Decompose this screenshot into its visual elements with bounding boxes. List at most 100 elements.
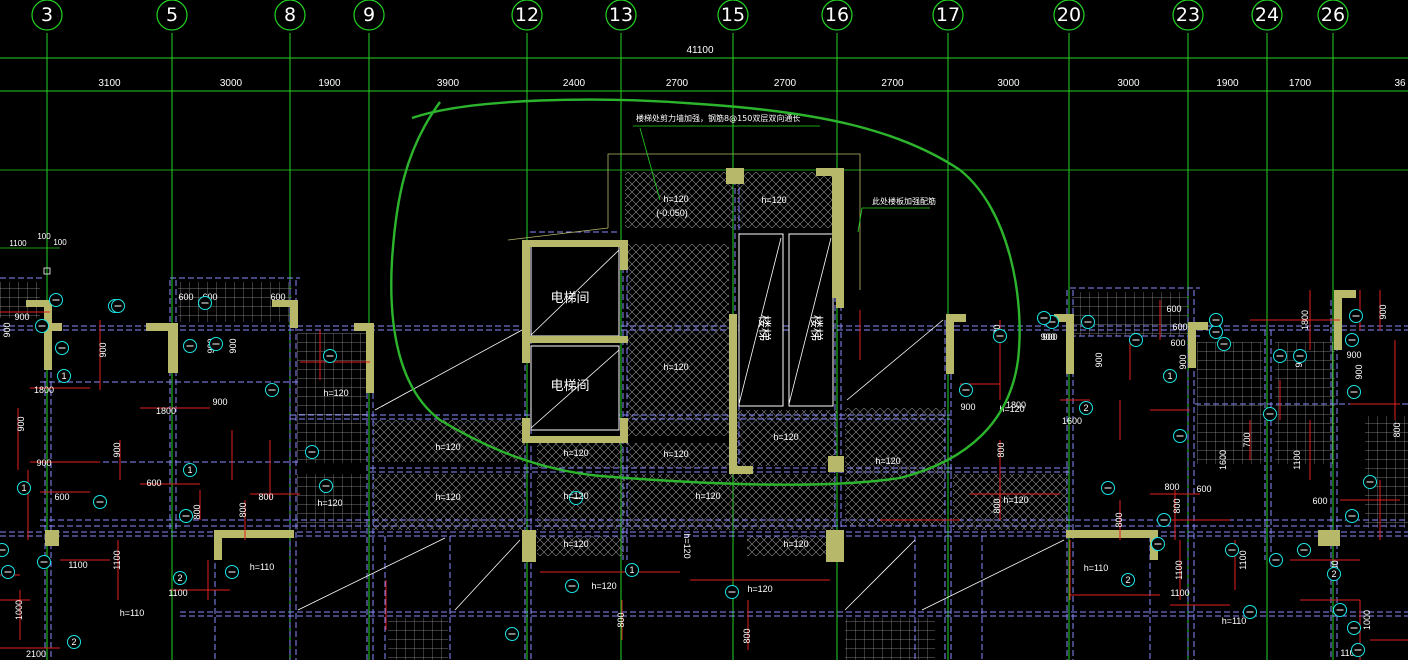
rebar-value: 900 bbox=[960, 402, 975, 412]
axis-label: 8 bbox=[284, 4, 296, 26]
slab-label: h=110 bbox=[250, 562, 275, 572]
rebar-value: 2100 bbox=[26, 649, 46, 659]
wall-segment bbox=[522, 530, 536, 562]
dimension-lines: 41100 3100 3000 1900 3900 2400 2700 2700 2700 30… bbox=[0, 45, 1408, 275]
axis-bubble-3[interactable]: 3 bbox=[31, 0, 63, 31]
rebar-marker bbox=[179, 509, 193, 523]
slab-label: h=110 bbox=[1222, 616, 1247, 626]
rebar-value: 1100 bbox=[1170, 588, 1189, 598]
rebar-marker bbox=[1345, 333, 1359, 347]
axis-bubble-24[interactable]: 24 bbox=[1251, 0, 1283, 31]
rebar-value: 900 bbox=[1178, 354, 1188, 369]
rebar-value: 800 bbox=[1392, 422, 1402, 437]
rebar-marker bbox=[265, 383, 279, 397]
axis-bubble-20[interactable]: 20 bbox=[1053, 0, 1085, 31]
wall-segment bbox=[522, 240, 628, 247]
rebar-value: 800 bbox=[996, 442, 1006, 457]
rebar-value: 1600 bbox=[1218, 450, 1228, 470]
wall-segment bbox=[522, 436, 628, 443]
marker-number: 2 bbox=[1125, 575, 1130, 585]
slab-label: h=120 bbox=[317, 498, 342, 508]
rebar-marker bbox=[1347, 621, 1361, 635]
rebar-value: 600 bbox=[1312, 496, 1327, 506]
rebar-value: 900 bbox=[1040, 332, 1055, 342]
rebar-value: 600 bbox=[1170, 338, 1185, 348]
slab-label: h=120 bbox=[682, 533, 692, 558]
rebar-value: 900 bbox=[98, 342, 108, 357]
span-dimension: 3000 bbox=[997, 78, 1020, 89]
slab-label: h=120 bbox=[563, 448, 588, 458]
axis-bubble-23[interactable]: 23 bbox=[1172, 0, 1204, 31]
rebar-marker bbox=[993, 329, 1007, 343]
rebar-marker bbox=[1351, 643, 1365, 657]
overall-dimension: 41100 bbox=[686, 45, 714, 56]
wall-segment bbox=[52, 323, 62, 331]
rebar-marker bbox=[505, 627, 519, 641]
axis-label: 3 bbox=[41, 4, 53, 26]
rebar-marker: 1 bbox=[625, 563, 639, 577]
rebar-value: 900 bbox=[212, 397, 227, 407]
structural-drawing-canvas[interactable]: 3 5 8 9 12 13 15 16 17 20 23 24 26 41100 3100 3000 190… bbox=[0, 0, 1408, 660]
rebar-value: 900 bbox=[36, 458, 51, 468]
rebar-marker bbox=[305, 445, 319, 459]
slab-label: h=120 bbox=[1003, 495, 1028, 505]
rebar-marker bbox=[209, 337, 223, 351]
rebar-marker: 1 bbox=[1163, 369, 1177, 383]
rebar-value: 700 bbox=[1242, 432, 1252, 447]
rebar-value: 600 bbox=[178, 292, 193, 302]
beam-lines bbox=[0, 170, 1408, 660]
rebar-marker bbox=[1157, 513, 1171, 527]
wall-segment bbox=[214, 530, 222, 560]
wall-segment bbox=[828, 456, 844, 472]
axis-label: 13 bbox=[609, 4, 633, 26]
axis-bubble-16[interactable]: 16 bbox=[821, 0, 853, 31]
axis-bubble-12[interactable]: 12 bbox=[511, 0, 543, 31]
axis-bubble-26[interactable]: 26 bbox=[1317, 0, 1349, 31]
small-dim-1100: 1100 bbox=[9, 239, 27, 248]
wall-segment bbox=[620, 240, 628, 270]
rebar-marker bbox=[1217, 337, 1231, 351]
rebar-value: 1100 bbox=[168, 588, 187, 598]
rebar-marker bbox=[49, 293, 63, 307]
rebar-value: 900 bbox=[228, 338, 238, 353]
hatched-slabs bbox=[0, 172, 1408, 660]
rebar-marker bbox=[1101, 481, 1115, 495]
rebar-marker: 1 bbox=[183, 463, 197, 477]
rebar-value: 1100 bbox=[68, 560, 87, 570]
axis-bubble-13[interactable]: 13 bbox=[605, 0, 637, 31]
rebar-value: 1800 bbox=[34, 385, 54, 395]
wall-segment bbox=[168, 323, 178, 373]
elevation-label: (-0.050) bbox=[656, 208, 688, 218]
rebar-value: 600 bbox=[1166, 304, 1181, 314]
axis-bubble-9[interactable]: 9 bbox=[353, 0, 385, 31]
rebar-value: 800 bbox=[742, 628, 752, 643]
wall-segment bbox=[522, 336, 628, 343]
rebar-marker bbox=[1297, 543, 1311, 557]
wall-segment bbox=[620, 418, 628, 443]
rebar-marker bbox=[1081, 315, 1095, 329]
rebar-marker: 2 bbox=[1327, 567, 1341, 581]
slab-label: h=120 bbox=[663, 194, 688, 204]
axis-bubble-8[interactable]: 8 bbox=[274, 0, 306, 31]
axis-label: 17 bbox=[936, 4, 960, 26]
marker-number: 1 bbox=[21, 483, 26, 493]
rebar-marker bbox=[111, 299, 125, 313]
axis-bubble-17[interactable]: 17 bbox=[932, 0, 964, 31]
rebar-value: 1000 bbox=[14, 600, 24, 620]
span-dimension: 2700 bbox=[881, 78, 904, 89]
span-dimension: 1900 bbox=[1216, 78, 1239, 89]
axis-bubble-15[interactable]: 15 bbox=[717, 0, 749, 31]
stair-room-1: 楼梯 bbox=[756, 315, 771, 341]
rebar-value: 600 bbox=[54, 492, 69, 502]
rebar-value: 800 bbox=[238, 502, 248, 517]
slab-label: h=120 bbox=[783, 539, 808, 549]
rebar-marker bbox=[1347, 385, 1361, 399]
rebar-marker bbox=[1349, 309, 1363, 323]
rebar-marker: 1 bbox=[17, 481, 31, 495]
marker-number: 1 bbox=[629, 565, 634, 575]
marker-number: 2 bbox=[1083, 403, 1088, 413]
axis-bubble-5[interactable]: 5 bbox=[156, 0, 188, 31]
rebar-marker: 1 bbox=[57, 369, 71, 383]
span-dimension: 1900 bbox=[318, 78, 341, 89]
slab-label: h=120 bbox=[323, 388, 348, 398]
